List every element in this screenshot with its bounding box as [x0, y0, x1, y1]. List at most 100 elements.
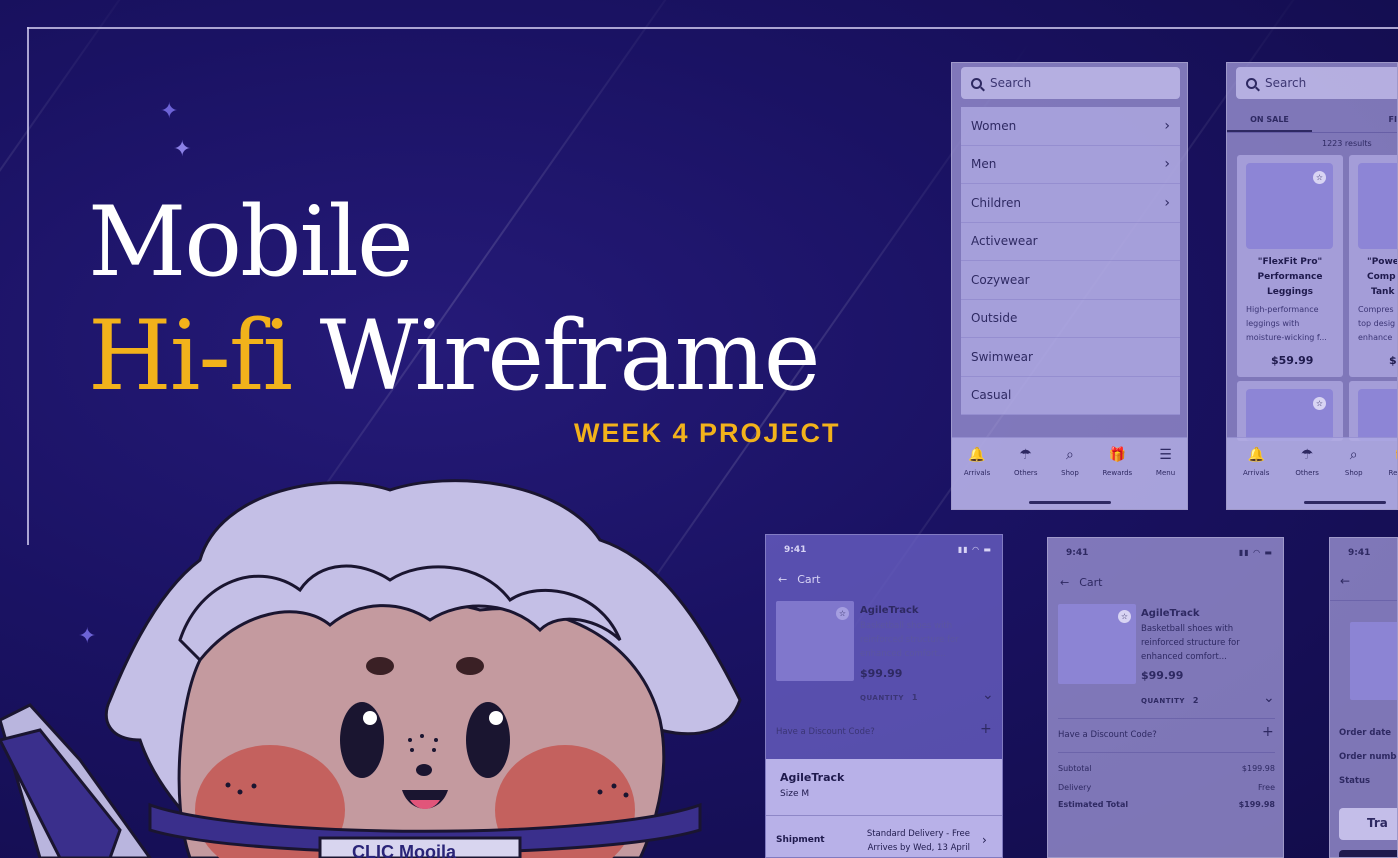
nav-label: Others [1013, 469, 1038, 477]
plus-icon[interactable]: + [980, 721, 992, 737]
category-label: Swimwear [971, 349, 1033, 364]
total-label: Estimated Total [1058, 800, 1129, 809]
category-item[interactable]: Women › [961, 107, 1180, 146]
category-label: Outside [971, 311, 1018, 326]
chevron-right-icon: › [1164, 156, 1170, 173]
primary-button[interactable] [1339, 850, 1397, 857]
product-desc-line: leggings with [1246, 319, 1300, 328]
product-card[interactable]: "Powe Comp Tank Compres top desig enhanc… [1349, 155, 1397, 377]
frame-border-top [27, 27, 1398, 29]
chevron-right-icon[interactable]: › [982, 833, 987, 847]
nav-item[interactable]: ☂ Others [1295, 448, 1319, 509]
nav-item[interactable]: ⌕ Shop [1345, 448, 1363, 509]
tab-other[interactable]: FI [1312, 111, 1397, 132]
cart-price: $99.99 [1141, 669, 1184, 682]
product-desc-line: enhance [1358, 333, 1393, 342]
nav-item[interactable]: 🔔 Arrivals [964, 448, 990, 509]
tab-on-sale[interactable]: ON SALE [1227, 111, 1312, 132]
favorite-icon[interactable]: ☆ [1118, 610, 1131, 623]
category-item[interactable]: Swimwear [961, 338, 1180, 377]
menu-icon: ☰ [1159, 447, 1172, 463]
status-time: 9:41 [784, 545, 807, 555]
cart-title: Cart [1079, 576, 1103, 589]
category-item[interactable]: Outside [961, 299, 1180, 338]
status-icons: ▮▮ ◠ ▬ [1238, 548, 1273, 557]
tab-bar: ON SALE FI [1227, 111, 1397, 133]
nav-icon: ⌕ [1349, 447, 1358, 463]
status-label: Status [1339, 776, 1371, 786]
cart-product-desc: Basketball shoes with reinforced structu… [1141, 622, 1240, 664]
status-time: 9:41 [1066, 548, 1089, 558]
discount-code-link[interactable]: Have a Discount Code? [1058, 730, 1157, 740]
search-icon [971, 77, 982, 89]
mascot-illustration: CLIC Mooila [0, 479, 742, 858]
search-placeholder: Search [990, 76, 1032, 90]
order-screen: 9:41 ← Order date Order number Status Tr… [1329, 537, 1398, 858]
track-button-label: Tra [1367, 816, 1388, 830]
favorite-icon[interactable]: ☆ [1313, 397, 1326, 410]
nav-item[interactable]: ☂ Others [1014, 448, 1038, 509]
product-name-line: Tank [1371, 287, 1395, 297]
sheet-size: Size M [780, 789, 810, 799]
product-price: $59.99 [1271, 354, 1314, 367]
subtotal-row: Subtotal $199.98 [1058, 764, 1275, 773]
category-label: Activewear [971, 234, 1038, 249]
category-item[interactable]: Men › [961, 145, 1180, 184]
chevron-right-icon: › [1164, 194, 1170, 211]
nav-item[interactable]: ☰ Menu [1156, 448, 1175, 509]
discount-code-link[interactable]: Have a Discount Code? [776, 727, 875, 737]
desc-line: enhanced comfort... [860, 649, 946, 659]
nav-item[interactable]: ⌕ Shop [1061, 448, 1079, 509]
product-name-line: Performance [1257, 272, 1323, 282]
delivery-label: Delivery [1058, 783, 1092, 792]
quantity-value: 2 [1192, 696, 1199, 705]
product-card[interactable] [1349, 381, 1397, 441]
product-name: "FlexFit Pro" Performance Leggings [1237, 255, 1343, 300]
back-arrow-icon[interactable]: ← [1060, 576, 1069, 589]
cart-product-name: AgileTrack [1141, 608, 1200, 619]
product-name: "Powe Comp Tank [1367, 255, 1397, 300]
product-desc: Compres top desig enhance [1358, 303, 1397, 345]
shipment-line: Arrives by Wed, 13 April [867, 843, 970, 853]
plus-icon[interactable]: + [1262, 724, 1274, 740]
quantity-selector[interactable]: QUANTITY 2 [1141, 696, 1199, 705]
back-arrow-icon[interactable]: ← [1340, 574, 1350, 588]
hero-title-line2: Hi-fi Wireframe [88, 300, 820, 412]
product-card[interactable]: ☆ [1237, 381, 1343, 441]
nav-item[interactable]: 🎁Rewards [1102, 448, 1132, 509]
desc-line: reinforced structure for [860, 635, 959, 645]
categories-screen: Search Women › Men › Children › Activewear Cozy… [951, 62, 1188, 510]
nav-icon: ☂ [1300, 447, 1314, 463]
product-price: $34 [1389, 354, 1397, 367]
chevron-right-icon: › [1164, 117, 1170, 134]
sale-screen: Search ON SALE FI 1223 results ☆ "FlexFi… [1226, 62, 1398, 510]
search-bar[interactable]: Search [1236, 67, 1397, 99]
shipment-details[interactable]: Standard Delivery - Free Arrives by Wed,… [867, 827, 970, 855]
favorite-icon[interactable]: ☆ [1313, 171, 1326, 184]
category-item[interactable]: Cozywear [961, 261, 1180, 300]
favorite-icon[interactable]: ☆ [836, 607, 849, 620]
quantity-label: QUANTITY [860, 694, 904, 702]
product-card[interactable]: ☆ "FlexFit Pro" Performance Leggings Hig… [1237, 155, 1343, 377]
search-icon: ⌕ [1066, 447, 1074, 463]
quantity-selector[interactable]: QUANTITY 1 [860, 693, 918, 702]
search-bar[interactable]: Search [961, 67, 1180, 99]
product-name-line: "FlexFit Pro" [1257, 257, 1323, 267]
category-item[interactable]: Casual [961, 376, 1180, 415]
chevron-down-icon[interactable]: ⌄ [982, 687, 994, 703]
back-arrow-icon[interactable]: ← [778, 573, 787, 586]
nav-item[interactable]: 🔔 Arrivals [1243, 448, 1269, 509]
category-item[interactable]: Children › [961, 184, 1180, 223]
product-desc-line: High-performance [1246, 305, 1319, 314]
track-button[interactable]: Tra [1339, 808, 1397, 840]
category-item[interactable]: Activewear [961, 222, 1180, 261]
bell-icon: 🔔 [968, 447, 986, 463]
nav-item[interactable]: 🎁Rewards [1389, 448, 1397, 509]
cart-screen-light: 9:41 ▮▮ ◠ ▬ ← Cart ☆ AgileTrack Basketba… [1047, 537, 1284, 858]
sparkle-icon: ✦ [173, 136, 192, 161]
category-label: Cozywear [971, 272, 1030, 287]
sparkle-icon: ✦ [160, 98, 179, 123]
chevron-down-icon[interactable]: ⌄ [1263, 690, 1275, 706]
category-label: Children [971, 195, 1021, 210]
nav-label: Shop [1061, 469, 1079, 477]
